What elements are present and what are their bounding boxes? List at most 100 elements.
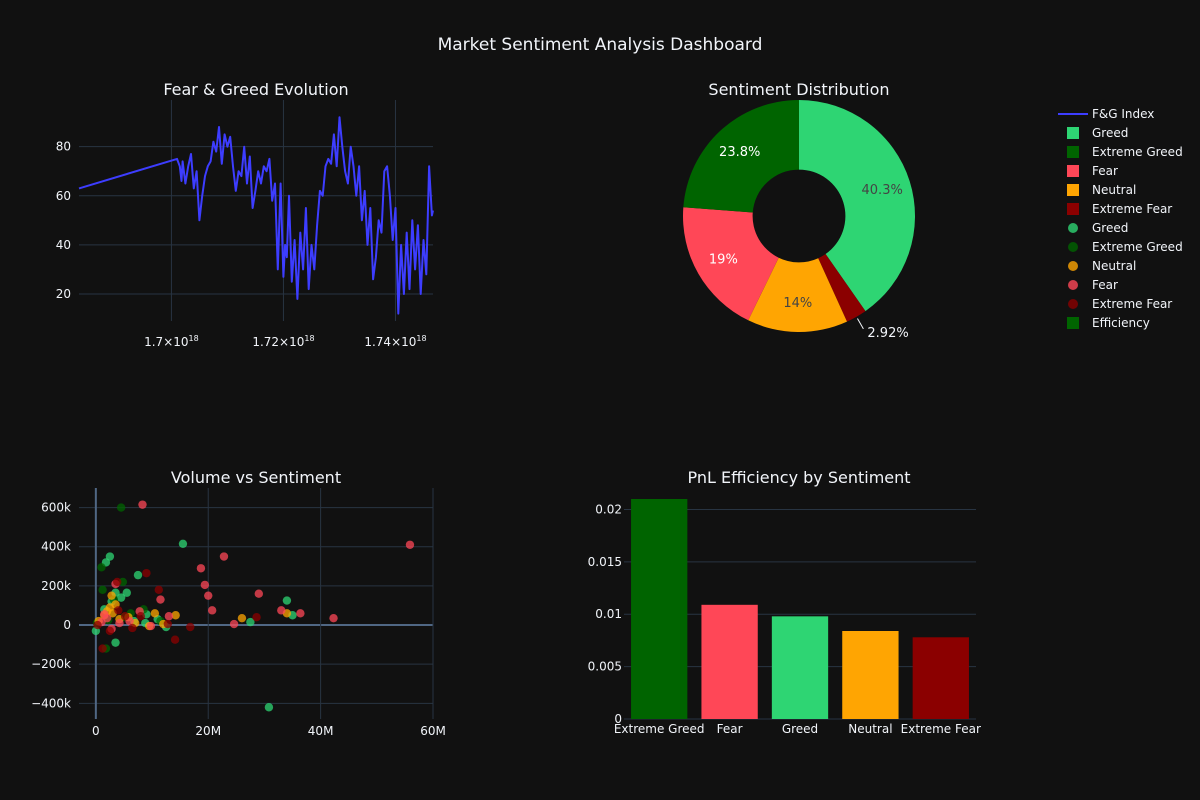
legend[interactable]: F&G Index Greed Extreme Greed Fear Neutral Ex… <box>1058 107 1183 330</box>
legend-swatch-icon <box>1067 165 1079 177</box>
pie-value-label: 19% <box>709 252 738 267</box>
pie-chart-title: Sentiment Distribution <box>708 80 889 99</box>
scatter-point-greed[interactable] <box>264 703 274 712</box>
pie-leader-line <box>857 318 864 330</box>
scatter-point-greed[interactable] <box>133 570 143 580</box>
bar-neutral[interactable] <box>842 631 899 719</box>
bar-y-tick-label: 0.01 <box>595 607 622 621</box>
legend-item[interactable]: Fear <box>1067 164 1118 178</box>
scatter-y-tick-label: 0 <box>63 618 71 632</box>
scatter-point-fear[interactable] <box>115 618 124 628</box>
scatter-point-extreme-fear[interactable] <box>93 620 102 630</box>
scatter-point-extreme-fear[interactable] <box>105 626 115 636</box>
bar-greed[interactable] <box>771 616 829 719</box>
legend-item[interactable]: Extreme Greed <box>1067 145 1183 159</box>
scatter-point-extreme-fear[interactable] <box>142 568 151 578</box>
bar-x-tick-label: Extreme Greed <box>614 722 705 736</box>
scatter-point-greed[interactable] <box>111 638 120 647</box>
scatter-point-fear[interactable] <box>405 540 415 549</box>
scatter-y-tick-label: 200k <box>41 579 71 593</box>
dashboard-title: Market Sentiment Analysis Dashboard <box>438 35 763 55</box>
legend-item[interactable]: Extreme Greed <box>1068 240 1183 254</box>
scatter-point-fear[interactable] <box>196 564 206 573</box>
bar-x-tick-label: Extreme Fear <box>901 722 981 736</box>
legend-label: Greed <box>1092 221 1128 235</box>
scatter-point-extreme-fear[interactable] <box>163 619 172 629</box>
scatter-point-fear[interactable] <box>329 613 338 623</box>
legend-label: Neutral <box>1092 183 1136 197</box>
scatter-x-tick-label: 40M <box>308 724 334 738</box>
legend-label: Fear <box>1092 164 1118 178</box>
scatter-point-extreme-fear[interactable] <box>113 577 122 587</box>
scatter-point-fear[interactable] <box>156 595 165 604</box>
pie-value-label: 14% <box>783 296 812 311</box>
fg-y-tick-label: 80 <box>56 140 71 154</box>
scatter-point-extreme-fear[interactable] <box>252 613 261 622</box>
scatter-point-greed[interactable] <box>282 596 292 605</box>
legend-item[interactable]: Greed <box>1067 126 1128 140</box>
scatter-point-extreme-fear[interactable] <box>154 585 163 594</box>
scatter-point-fear[interactable] <box>204 591 213 600</box>
bar-extreme-greed[interactable] <box>631 499 688 719</box>
bar-x-tick-label: Fear <box>717 722 743 736</box>
bar-y-tick-label: 0.015 <box>588 555 622 569</box>
legend-label: Greed <box>1092 126 1128 140</box>
fg-y-tick-label: 40 <box>56 238 71 252</box>
dashboard-canvas: Market Sentiment Analysis Dashboard Fear… <box>31 35 1183 738</box>
scatter-point-fear[interactable] <box>146 621 156 631</box>
fg-x-tick-label: 1.7×1018 <box>144 334 199 349</box>
scatter-point-extreme-greed[interactable] <box>98 585 107 594</box>
scatter-point-extreme-fear[interactable] <box>128 623 137 633</box>
scatter-y-tick-label: 600k <box>41 501 71 515</box>
legend-item[interactable]: Neutral <box>1067 183 1136 197</box>
fg-x-tick-label: 1.72×1018 <box>252 334 314 349</box>
scatter-x-tick-label: 20M <box>195 724 221 738</box>
scatter-point-fear[interactable] <box>277 606 286 615</box>
scatter-point-fear[interactable] <box>207 606 217 615</box>
scatter-point-extreme-fear[interactable] <box>170 635 180 644</box>
legend-item[interactable]: Extreme Fear <box>1068 297 1172 311</box>
scatter-point-extreme-greed[interactable] <box>116 503 126 512</box>
scatter-point-neutral[interactable] <box>237 613 247 623</box>
legend-marker-icon <box>1068 299 1078 309</box>
scatter-point-fear[interactable] <box>138 500 147 509</box>
legend-item[interactable]: Neutral <box>1068 259 1136 273</box>
scatter-point-neutral[interactable] <box>150 609 160 618</box>
scatter-point-fear[interactable] <box>200 580 210 590</box>
legend-item[interactable]: Extreme Fear <box>1067 202 1172 216</box>
scatter-grid <box>79 488 434 719</box>
scatter-point-extreme-fear[interactable] <box>186 622 195 632</box>
legend-swatch-icon <box>1067 184 1079 196</box>
legend-label: Extreme Fear <box>1092 202 1172 216</box>
scatter-point-neutral[interactable] <box>107 591 116 600</box>
scatter-x-tick-label: 60M <box>420 724 446 738</box>
scatter-point-extreme-fear[interactable] <box>136 612 146 621</box>
scatter-point-fear[interactable] <box>164 612 174 621</box>
bar-bars <box>631 499 969 719</box>
scatter-point-extreme-fear[interactable] <box>114 606 123 615</box>
scatter-point-fear[interactable] <box>219 552 229 561</box>
legend-item[interactable]: F&G Index <box>1058 107 1154 121</box>
scatter-point-greed[interactable] <box>178 539 188 548</box>
scatter-point-fear[interactable] <box>296 609 305 618</box>
fg-y-tick-label: 20 <box>56 287 71 301</box>
bar-extreme-fear[interactable] <box>912 637 969 719</box>
scatter-point-extreme-fear[interactable] <box>98 644 107 653</box>
bar-chart: PnL Efficiency by Sentiment 00.0050.010.… <box>588 468 981 736</box>
bar-fear[interactable] <box>701 604 758 719</box>
bar-y-tick-label: 0.02 <box>595 502 622 516</box>
bar-chart-title: PnL Efficiency by Sentiment <box>687 468 910 487</box>
scatter-x-tick-label: 0 <box>92 724 100 738</box>
legend-item[interactable]: Efficiency <box>1067 316 1150 330</box>
scatter-point-fear[interactable] <box>229 619 239 629</box>
scatter-point-extreme-fear[interactable] <box>120 612 130 621</box>
scatter-point-extreme-greed[interactable] <box>97 563 106 572</box>
scatter-chart: Volume vs Sentiment −400k −200k 0 200k 400k 6… <box>31 468 446 738</box>
scatter-point-greed[interactable] <box>116 593 126 602</box>
legend-item[interactable]: Fear <box>1068 278 1118 292</box>
legend-item[interactable]: Greed <box>1068 221 1128 235</box>
legend-marker-icon <box>1068 242 1078 252</box>
scatter-point-fear[interactable] <box>254 589 264 598</box>
legend-swatch-icon <box>1067 146 1079 158</box>
scatter-point-fear[interactable] <box>100 610 109 619</box>
